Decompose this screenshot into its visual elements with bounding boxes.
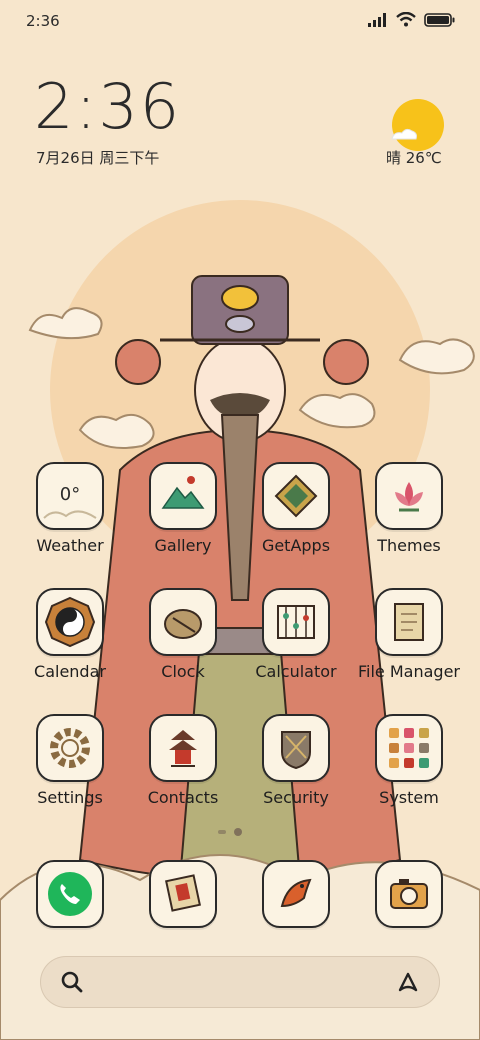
file-manager-icon [375, 588, 443, 656]
app-label: File Manager [358, 662, 460, 681]
app-label: Calendar [34, 662, 106, 681]
calculator-icon [262, 588, 330, 656]
browser-icon [262, 860, 330, 928]
app-settings[interactable]: Settings [14, 714, 126, 807]
app-label: Clock [161, 662, 205, 681]
app-gallery[interactable]: Gallery [127, 462, 239, 555]
dock-browser[interactable] [240, 860, 352, 928]
app-file-manager[interactable]: File Manager [353, 588, 465, 681]
security-icon [262, 714, 330, 782]
app-system-folder[interactable]: System [353, 714, 465, 807]
app-label: Contacts [147, 788, 219, 807]
app-label: Settings [37, 788, 103, 807]
gallery-icon [149, 462, 217, 530]
app-security[interactable]: Security [240, 714, 352, 807]
phone-icon [36, 860, 104, 928]
app-weather[interactable]: 0° Weather [14, 462, 126, 555]
camera-icon [375, 860, 443, 928]
app-contacts[interactable]: Contacts [127, 714, 239, 807]
home-search-bar[interactable] [40, 956, 440, 1008]
settings-icon [36, 714, 104, 782]
getapps-icon [262, 462, 330, 530]
app-clock[interactable]: Clock [127, 588, 239, 681]
dock-camera[interactable] [353, 860, 465, 928]
dock-phone[interactable] [14, 860, 126, 928]
dock-messages[interactable] [127, 860, 239, 928]
home-app-grid: 0° Weather Gallery GetApps Themes Calend… [0, 0, 480, 1040]
app-label: GetApps [261, 536, 331, 555]
contacts-icon [149, 714, 217, 782]
app-calculator[interactable]: Calculator [240, 588, 352, 681]
app-calendar[interactable]: Calendar [14, 588, 126, 681]
page-dot[interactable] [218, 830, 226, 834]
messages-icon [149, 860, 217, 928]
app-label: Themes [377, 536, 441, 555]
app-label: System [379, 788, 439, 807]
page-dot-active[interactable] [234, 828, 242, 836]
search-icon[interactable] [60, 970, 84, 994]
calendar-icon [36, 588, 104, 656]
app-label: Calculator [255, 662, 337, 681]
app-themes[interactable]: Themes [353, 462, 465, 555]
assistant-icon[interactable] [396, 970, 420, 994]
system-folder-icon [375, 714, 443, 782]
app-label: Weather [36, 536, 104, 555]
page-indicator[interactable] [218, 828, 242, 836]
app-label: Security [263, 788, 329, 807]
weather-tile-temp: 0° [59, 484, 81, 505]
themes-icon [375, 462, 443, 530]
app-getapps[interactable]: GetApps [240, 462, 352, 555]
app-label: Gallery [154, 536, 212, 555]
weather-icon: 0° [36, 462, 104, 530]
clock-icon [149, 588, 217, 656]
